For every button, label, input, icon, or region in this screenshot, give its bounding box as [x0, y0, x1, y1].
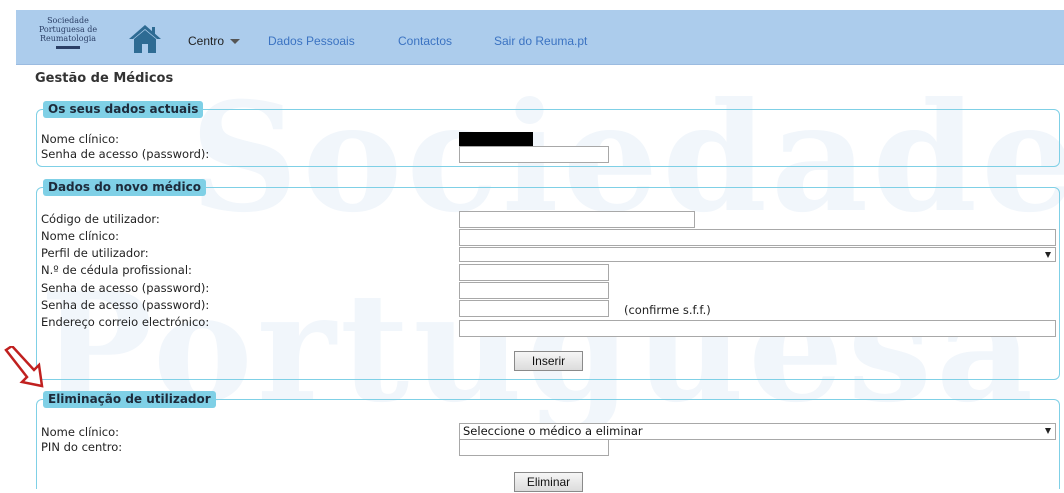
select-arrow-icon — [1045, 428, 1051, 434]
current-nome-label: Nome clínico: — [41, 132, 120, 146]
email-label: Endereço correio electrónico: — [41, 315, 210, 329]
inserir-button[interactable]: Inserir — [514, 351, 583, 371]
spr-logo[interactable]: Sociedade Portuguesa de Reumatologia — [28, 16, 108, 56]
nome-input[interactable] — [459, 229, 1056, 246]
nav-centro-dropdown[interactable]: Centro — [188, 34, 241, 48]
pin-input[interactable] — [459, 439, 609, 456]
nav-sair-link[interactable]: Sair do Reuma.pt — [494, 34, 587, 48]
page-title: Gestão de Médicos — [35, 71, 174, 86]
redacted-name-block — [459, 132, 533, 146]
panel-legend: Os seus dados actuais — [43, 101, 204, 118]
select-arrow-icon — [1045, 252, 1051, 258]
nav-dados-pessoais-link[interactable]: Dados Pessoais — [268, 34, 355, 48]
eliminar-select-value: Seleccione o médico a eliminar — [463, 424, 643, 438]
eliminar-button[interactable]: Eliminar — [514, 472, 583, 492]
codigo-label: Código de utilizador: — [41, 212, 160, 226]
new-doctor-panel: Dados do novo médico Código de utilizado… — [36, 179, 1060, 380]
logo-line: Reumatologia — [39, 34, 97, 43]
logo-underline — [56, 46, 80, 49]
panel-legend: Eliminação de utilizador — [43, 391, 216, 408]
perfil-select[interactable] — [459, 247, 1056, 262]
panel-legend: Dados do novo médico — [43, 179, 206, 196]
red-arrow-icon — [2, 344, 46, 388]
senha-label: Senha de acesso (password): — [41, 281, 210, 295]
nav-contactos-link[interactable]: Contactos — [398, 34, 452, 48]
cedula-label: N.º de cédula profissional: — [41, 263, 192, 277]
senha2-label: Senha de acesso (password): — [41, 298, 210, 312]
confirm-hint: (confirme s.f.f.) — [624, 303, 711, 317]
caret-down-icon — [230, 39, 241, 45]
delete-user-panel: Eliminação de utilizador Nome clínico: S… — [36, 391, 1060, 492]
perfil-label: Perfil de utilizador: — [41, 246, 149, 260]
pin-label: PIN do centro: — [41, 440, 123, 454]
eliminar-medico-select[interactable]: Seleccione o médico a eliminar — [459, 423, 1056, 440]
codigo-input[interactable] — [459, 211, 695, 228]
eliminar-nome-label: Nome clínico: — [41, 425, 120, 439]
nav-centro-label: Centro — [188, 34, 225, 48]
home-icon[interactable] — [128, 24, 162, 54]
senha-input[interactable] — [459, 282, 609, 299]
logo-line: Sociedade — [47, 16, 89, 25]
email-input[interactable] — [459, 320, 1056, 337]
senha-confirm-input[interactable] — [459, 300, 609, 317]
current-password-input[interactable] — [459, 146, 609, 163]
logo-line: Portuguesa de — [38, 25, 98, 34]
current-data-panel: Os seus dados actuais Nome clínico: Senh… — [36, 101, 1060, 167]
current-senha-label: Senha de acesso (password): — [41, 147, 210, 161]
nome-label: Nome clínico: — [41, 229, 120, 243]
cedula-input[interactable] — [459, 264, 609, 281]
top-navigation-bar: Sociedade Portuguesa de Reumatologia Cen… — [16, 10, 1064, 65]
